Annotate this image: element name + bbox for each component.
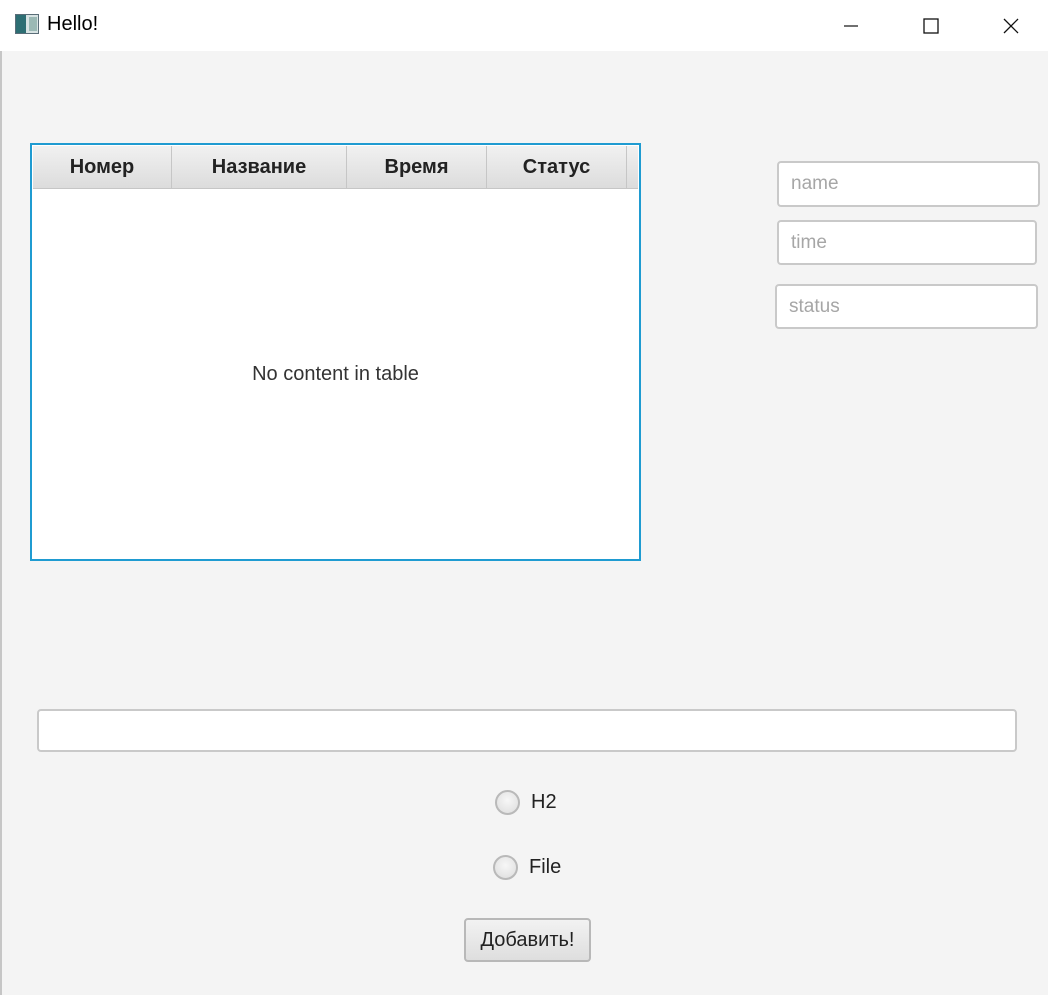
close-button[interactable] <box>971 0 1048 51</box>
radio-h2[interactable]: H2 <box>495 790 557 815</box>
window-left-edge <box>0 51 2 995</box>
radio-file-circle[interactable] <box>493 855 518 880</box>
radio-h2-label[interactable]: H2 <box>531 791 557 814</box>
window-title: Hello! <box>47 13 99 35</box>
close-icon <box>1003 18 1019 33</box>
column-header-time[interactable]: Время <box>347 146 487 188</box>
column-header-status[interactable]: Статус <box>487 146 627 188</box>
title-bar[interactable]: Hello! <box>0 0 1048 51</box>
column-header-number[interactable]: Номер <box>33 146 172 188</box>
maximize-button[interactable] <box>891 0 971 51</box>
time-input[interactable] <box>777 220 1037 265</box>
app-window: Hello! Номер Название Время Статус No co… <box>0 0 1048 995</box>
minimize-button[interactable] <box>811 0 891 51</box>
table-header: Номер Название Время Статус <box>33 146 638 189</box>
column-header-filler <box>627 146 638 188</box>
wide-text-input[interactable] <box>37 709 1017 752</box>
maximize-icon <box>923 17 939 34</box>
minimize-icon <box>844 24 858 27</box>
app-window-icon <box>15 14 39 34</box>
column-header-name[interactable]: Название <box>172 146 347 188</box>
table-empty-placeholder: No content in table <box>252 363 419 385</box>
tasks-table[interactable]: Номер Название Время Статус No content i… <box>30 143 641 561</box>
status-input[interactable] <box>775 284 1038 329</box>
radio-h2-circle[interactable] <box>495 790 520 815</box>
name-input[interactable] <box>777 161 1040 207</box>
radio-file[interactable]: File <box>493 855 561 880</box>
radio-file-label[interactable]: File <box>529 856 561 879</box>
add-button[interactable]: Добавить! <box>464 918 591 962</box>
